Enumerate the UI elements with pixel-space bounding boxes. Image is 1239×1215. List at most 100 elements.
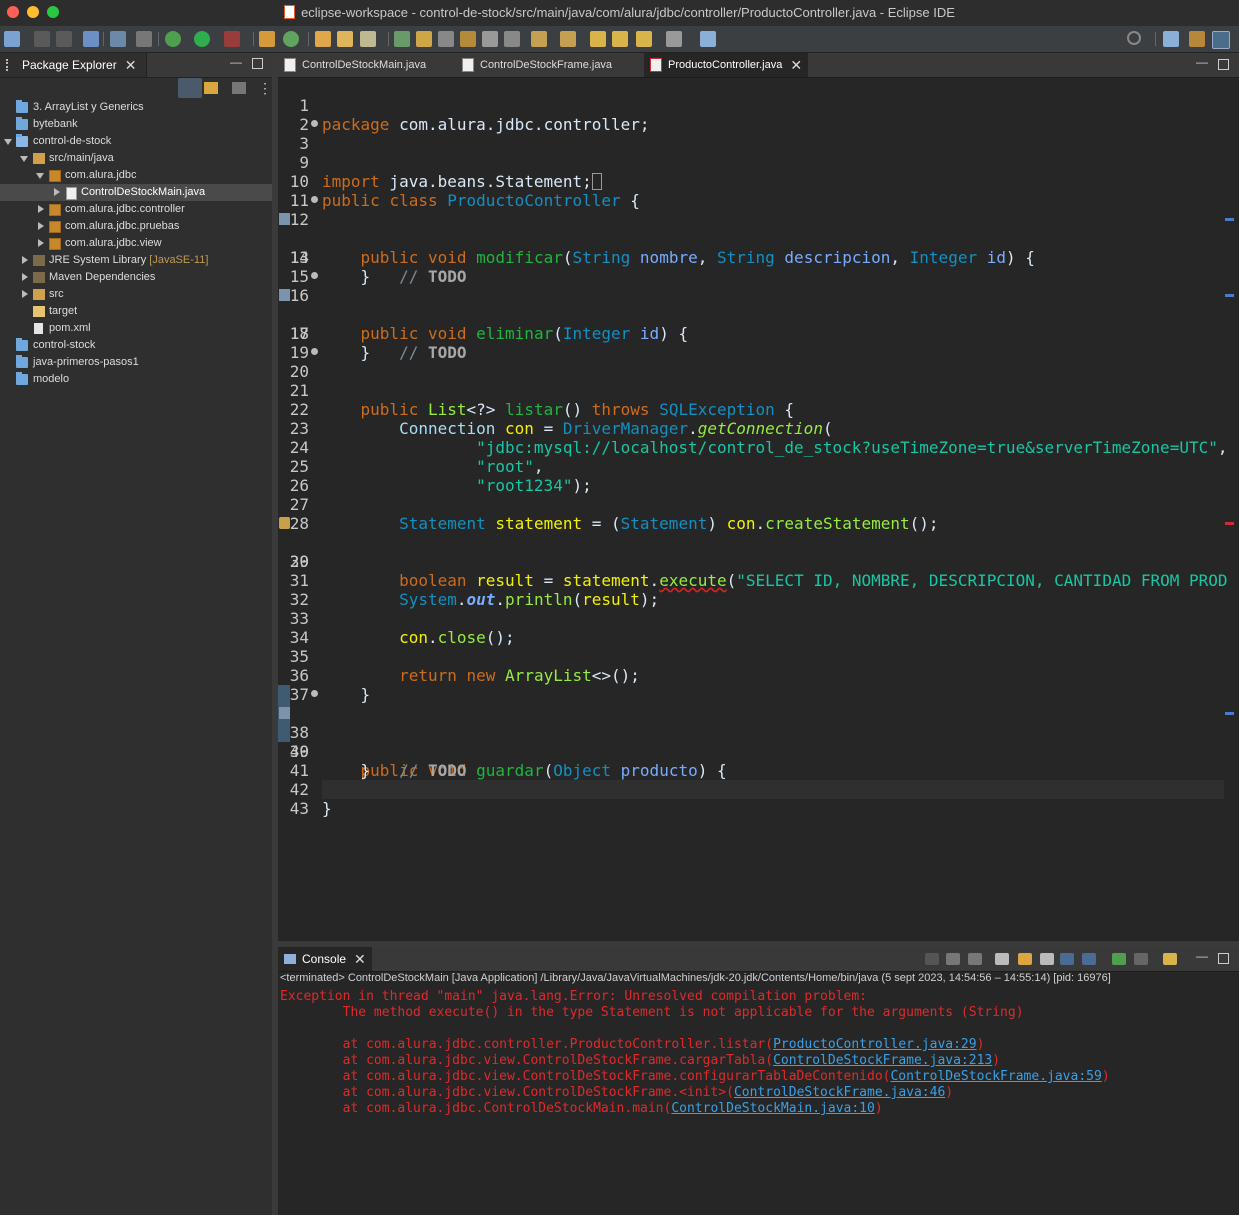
close-icon[interactable]: ✕ <box>354 951 366 968</box>
fold-collapse-icon[interactable] <box>311 348 318 355</box>
tab-controldestockmain[interactable]: ControlDeStockMain.java <box>278 53 426 77</box>
skip-breakpoints-icon[interactable] <box>110 31 126 47</box>
run-icon[interactable] <box>194 31 210 47</box>
collapse-all-icon[interactable] <box>178 78 202 98</box>
expand-arrow-icon[interactable] <box>22 290 28 298</box>
new-class-icon[interactable] <box>283 31 299 47</box>
pin-console-icon[interactable] <box>1112 953 1126 965</box>
build-icon[interactable] <box>136 31 152 47</box>
search-tool-icon[interactable] <box>360 31 376 47</box>
pilcrow-icon[interactable] <box>482 31 498 47</box>
overview-task-mark[interactable] <box>1225 294 1234 297</box>
tree-item-folder[interactable]: target <box>0 303 272 320</box>
remove-all-terminated-icon[interactable] <box>968 953 982 965</box>
tree-item-project[interactable]: control-stock <box>0 337 272 354</box>
link-with-editor-icon[interactable] <box>204 82 218 94</box>
fold-collapse-icon[interactable] <box>311 196 318 203</box>
open-console-icon[interactable] <box>1163 953 1177 965</box>
task-marker-icon[interactable] <box>279 707 290 719</box>
overview-task-mark[interactable] <box>1225 712 1234 715</box>
show-on-stdout-icon[interactable] <box>1060 953 1074 965</box>
open-resource-icon[interactable] <box>337 31 353 47</box>
tree-item-java-file[interactable]: ControlDeStockMain.java <box>0 184 272 201</box>
save-icon[interactable] <box>34 31 50 47</box>
format-icon[interactable] <box>504 31 520 47</box>
annotation-icon[interactable] <box>394 31 410 47</box>
show-on-stderr-icon[interactable] <box>1082 953 1096 965</box>
tree-item-project[interactable]: java-primeros-pasos1 <box>0 354 272 371</box>
display-selected-console-icon[interactable] <box>1134 953 1148 965</box>
view-menu-icon[interactable]: ⋮ <box>258 80 272 97</box>
tree-item-package[interactable]: com.alura.jdbc.pruebas <box>0 218 272 235</box>
show-whitespace-icon[interactable] <box>460 31 476 47</box>
tree-item-file[interactable]: pom.xml <box>0 320 272 337</box>
new-icon[interactable] <box>4 31 20 47</box>
expand-arrow-icon[interactable] <box>38 239 44 247</box>
minimize-icon[interactable]: — <box>1196 55 1208 69</box>
tree-item-project[interactable]: control-de-stock <box>0 133 272 150</box>
scroll-lock-icon[interactable] <box>1018 953 1032 965</box>
stacktrace-link[interactable]: ControlDeStockMain.java:10 <box>671 1101 875 1116</box>
tree-item-project[interactable]: 3. ArrayList y Generics <box>0 99 272 116</box>
clear-console-icon[interactable] <box>995 953 1009 965</box>
maximize-icon[interactable] <box>1218 59 1229 70</box>
save-all-icon[interactable] <box>56 31 72 47</box>
prev-annotation-icon[interactable] <box>560 31 576 47</box>
block-selection-icon[interactable] <box>438 31 454 47</box>
code-editor[interactable]: 1 package com.alura.jdbc.controller; 2 3… <box>278 77 1239 941</box>
stacktrace-link[interactable]: ControlDeStockFrame.java:213 <box>773 1053 992 1068</box>
java-ee-perspective-icon[interactable] <box>1189 31 1205 47</box>
tree-item-folder[interactable]: src <box>0 286 272 303</box>
error-marker-icon[interactable] <box>279 517 290 529</box>
overview-error-mark[interactable] <box>1225 522 1234 525</box>
maximize-icon[interactable] <box>252 58 263 69</box>
highlight-icon[interactable] <box>416 31 432 47</box>
fold-collapse-icon[interactable] <box>311 272 318 279</box>
tree-item-package[interactable]: com.alura.jdbc.view <box>0 235 272 252</box>
minimize-icon[interactable]: — <box>230 55 242 69</box>
close-icon[interactable]: ✕ <box>790 57 802 74</box>
tree-item-library[interactable]: JRE System Library [JavaSE-11] <box>0 252 272 269</box>
tab-productocontroller[interactable]: ProductoController.java ✕ <box>644 53 809 77</box>
back-icon[interactable] <box>636 31 652 47</box>
search-icon[interactable] <box>1127 31 1141 45</box>
expand-arrow-icon[interactable] <box>22 256 28 264</box>
open-perspective-icon[interactable] <box>1163 31 1179 47</box>
last-edit-icon[interactable] <box>590 31 606 47</box>
expand-arrow-icon[interactable] <box>38 222 44 230</box>
expand-arrow-icon[interactable] <box>38 205 44 213</box>
terminal-icon[interactable] <box>83 31 99 47</box>
stacktrace-link[interactable]: ControlDeStockFrame.java:59 <box>890 1069 1101 1084</box>
java-perspective-icon[interactable] <box>1212 31 1230 49</box>
debug-icon[interactable] <box>165 31 181 47</box>
tree-item-package[interactable]: com.alura.jdbc.controller <box>0 201 272 218</box>
overview-task-mark[interactable] <box>1225 218 1234 221</box>
stacktrace-link[interactable]: ProductoController.java:29 <box>773 1037 977 1052</box>
expand-arrow-icon[interactable] <box>22 273 28 281</box>
minimize-icon[interactable]: — <box>1196 949 1208 963</box>
expand-arrow-icon[interactable] <box>36 173 44 179</box>
new-java-project-icon[interactable] <box>259 31 275 47</box>
remove-launch-icon[interactable] <box>946 953 960 965</box>
stacktrace-link[interactable]: ControlDeStockFrame.java:46 <box>734 1085 945 1100</box>
task-marker-icon[interactable] <box>279 289 290 301</box>
fold-expand-icon[interactable] <box>311 120 318 127</box>
task-marker-icon[interactable] <box>279 213 290 225</box>
tab-package-explorer[interactable]: Package Explorer ✕ <box>0 53 148 77</box>
tab-controldestockframe[interactable]: ControlDeStockFrame.java <box>462 53 612 77</box>
expand-arrow-icon[interactable] <box>4 139 12 145</box>
expand-arrow-icon[interactable] <box>54 188 60 196</box>
forward-icon[interactable] <box>666 31 682 47</box>
word-wrap-icon[interactable] <box>1040 953 1054 965</box>
tree-item-project[interactable]: bytebank <box>0 116 272 133</box>
close-icon[interactable]: ✕ <box>125 57 137 74</box>
filter-icon[interactable] <box>232 82 246 94</box>
tab-console[interactable]: Console ✕ <box>278 947 372 971</box>
coverage-icon[interactable] <box>224 31 240 47</box>
expand-arrow-icon[interactable] <box>20 156 28 162</box>
tree-item-library[interactable]: Maven Dependencies <box>0 269 272 286</box>
maximize-icon[interactable] <box>1218 953 1229 964</box>
terminate-icon[interactable] <box>925 953 939 965</box>
tree-item-project[interactable]: modelo <box>0 371 272 388</box>
fold-collapse-icon[interactable] <box>311 690 318 697</box>
